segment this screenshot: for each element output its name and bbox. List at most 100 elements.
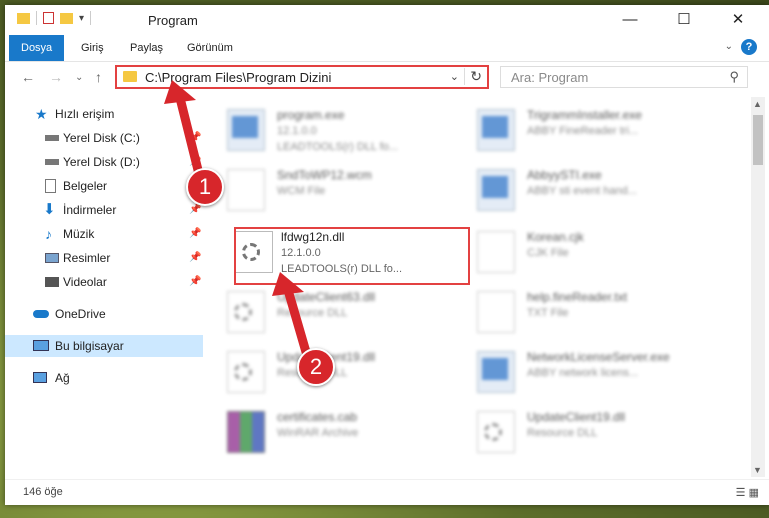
exe-file-icon [477,169,515,211]
sidebar-item-local-disk-c[interactable]: Yerel Disk (C:) 📌 [5,127,203,149]
file-item[interactable]: SndToWP12.wcm WCM File [215,161,455,217]
sidebar-item-label: Yerel Disk (D:) [63,155,140,169]
maximize-button[interactable]: ☐ [661,5,707,35]
file-item[interactable]: TrigrammInstaller.exe ABBY FineReader tr… [465,101,705,157]
file-name: NetworkLicenseServer.exe [527,350,670,364]
tab-gorunum[interactable]: Görünüm [175,35,245,61]
close-button[interactable]: ✕ [715,5,761,35]
back-arrow-icon[interactable]: ← [21,69,35,85]
refresh-icon[interactable]: ↻ [464,68,482,85]
exe-file-icon [477,109,515,151]
address-path[interactable]: C:\Program Files\Program Dizini [145,70,331,85]
navigation-pane: ★ Hızlı erişim Yerel Disk (C:) 📌 Yerel D… [5,97,203,477]
sidebar-item-label: Müzik [63,227,95,241]
cloud-icon [33,310,49,318]
scroll-down-icon[interactable]: ▼ [753,465,762,475]
sidebar-item-documents[interactable]: Belgeler 📌 [5,175,203,197]
file-item[interactable]: program.exe 12.1.0.0 LEADTOOLS(r) DLL fo… [215,101,455,157]
sidebar-item-pictures[interactable]: Resimler 📌 [5,247,203,269]
up-arrow-icon[interactable]: ↑ [95,69,102,85]
tab-paylas[interactable]: Paylaş [118,35,175,61]
file-description: LEADTOOLS(r) DLL fo... [277,141,399,153]
window-title: Program [148,13,198,28]
minimize-button[interactable]: — [607,5,653,35]
tab-giris[interactable]: Giriş [69,35,116,61]
pin-icon: 📌 [189,276,202,287]
sidebar-item-label: İndirmeler [63,203,117,217]
drive-icon [45,135,59,141]
file-item[interactable]: help.fineReader.txt TXT File [465,283,705,339]
tab-dosya[interactable]: Dosya [9,35,65,61]
sidebar-item-videos[interactable]: Videolar 📌 [5,271,203,293]
sidebar-item-label: Resimler [63,251,111,265]
sidebar-item-music[interactable]: ♪ Müzik 📌 [5,223,203,245]
file-type: 12.1.0.0 [277,125,317,137]
sidebar-item-label: Ağ [55,371,70,385]
status-bar: 146 öğe ☰ ▦ [5,479,769,505]
sidebar-item-label: Videolar [63,275,107,289]
toolbar-divider [36,11,37,25]
file-item[interactable]: NetworkLicenseServer.exe ABBY network li… [465,343,705,399]
sidebar-item-local-disk-d[interactable]: Yerel Disk (D:) 📌 [5,151,203,173]
search-icon[interactable]: ⚲ [729,69,739,85]
file-item[interactable]: UpdateClient19.dll Resource DLL [465,403,705,459]
search-input[interactable]: Ara: Program ⚲ [500,66,748,88]
network-icon [33,372,47,383]
details-view-icon[interactable]: ☰ [736,487,746,499]
file-name: TrigrammInstaller.exe [527,108,642,122]
document-file-icon [227,169,265,211]
file-type: TXT File [527,307,569,319]
folder-icon [17,12,30,24]
address-bar[interactable]: C:\Program Files\Program Dizini ⌄ ↻ [115,65,489,89]
ribbon: Dosya Giriş Paylaş Görünüm ⌄ ? [5,35,769,62]
scroll-up-icon[interactable]: ▲ [753,99,762,109]
vertical-scrollbar[interactable]: ▲ ▼ [751,97,765,477]
file-item[interactable]: UpdateClient63.dll Resource DLL [215,283,455,339]
sidebar-item-label: OneDrive [55,307,106,321]
file-type: ABBY sti event hand... [527,185,637,197]
customize-toolbar-icon[interactable]: ▾ [79,13,84,24]
file-name: Korean.cjk [527,230,584,244]
properties-icon[interactable] [43,12,54,24]
pin-icon: 📌 [189,252,202,263]
sidebar-item-quick-access[interactable]: ★ Hızlı erişim [5,103,203,125]
chevron-down-icon[interactable]: ⌄ [450,70,459,83]
file-item[interactable]: UpdateClient19.dll Resource DLL [215,343,455,399]
exe-file-icon [477,351,515,393]
file-name: SndToWP12.wcm [277,168,372,182]
toolbar-divider [90,11,92,25]
file-item[interactable]: Korean.cjk CJK File [465,223,705,279]
step-2-badge: 2 [297,348,335,386]
forward-arrow-icon[interactable]: → [49,69,63,85]
sidebar-item-label: Bu bilgisayar [55,339,124,353]
view-toggle[interactable]: ☰ ▦ [736,486,759,499]
file-name: certificates.cab [277,410,358,424]
large-icons-view-icon[interactable]: ▦ [749,487,759,499]
quick-access-toolbar: ▾ [17,11,92,25]
recent-locations-chevron-icon[interactable]: ⌄ [75,72,83,83]
pin-icon: 📌 [189,132,202,143]
sidebar-item-this-pc[interactable]: Bu bilgisayar [5,335,203,357]
file-name: AbbyySTI.exe [527,168,602,182]
scrollbar-thumb[interactable] [753,115,763,165]
file-item[interactable]: AbbyySTI.exe ABBY sti event hand... [465,161,705,217]
videos-icon [45,277,59,287]
sidebar-item-label: Hızlı erişim [55,107,115,121]
sidebar-item-onedrive[interactable]: OneDrive [5,303,203,325]
document-file-icon [477,231,515,273]
archive-file-icon [227,411,265,453]
step-1-badge: 1 [186,168,224,206]
chevron-down-icon[interactable]: ⌄ [725,41,733,52]
help-icon[interactable]: ? [741,39,757,55]
pin-icon: 📌 [189,228,202,239]
sidebar-item-label: Belgeler [63,179,108,193]
file-item[interactable]: certificates.cab WinRAR Archive [215,403,455,459]
pictures-icon [45,253,59,263]
file-name: program.exe [277,108,345,122]
gear-icon [234,303,252,321]
new-folder-icon[interactable] [60,12,73,24]
explorer-window: ▾ Program — ☐ ✕ Dosya Giriş Paylaş Görün… [5,5,769,505]
title-bar: ▾ Program — ☐ ✕ [5,5,769,35]
sidebar-item-network[interactable]: Ağ [5,367,203,389]
sidebar-item-downloads[interactable]: ⬇ İndirmeler 📌 [5,199,203,221]
